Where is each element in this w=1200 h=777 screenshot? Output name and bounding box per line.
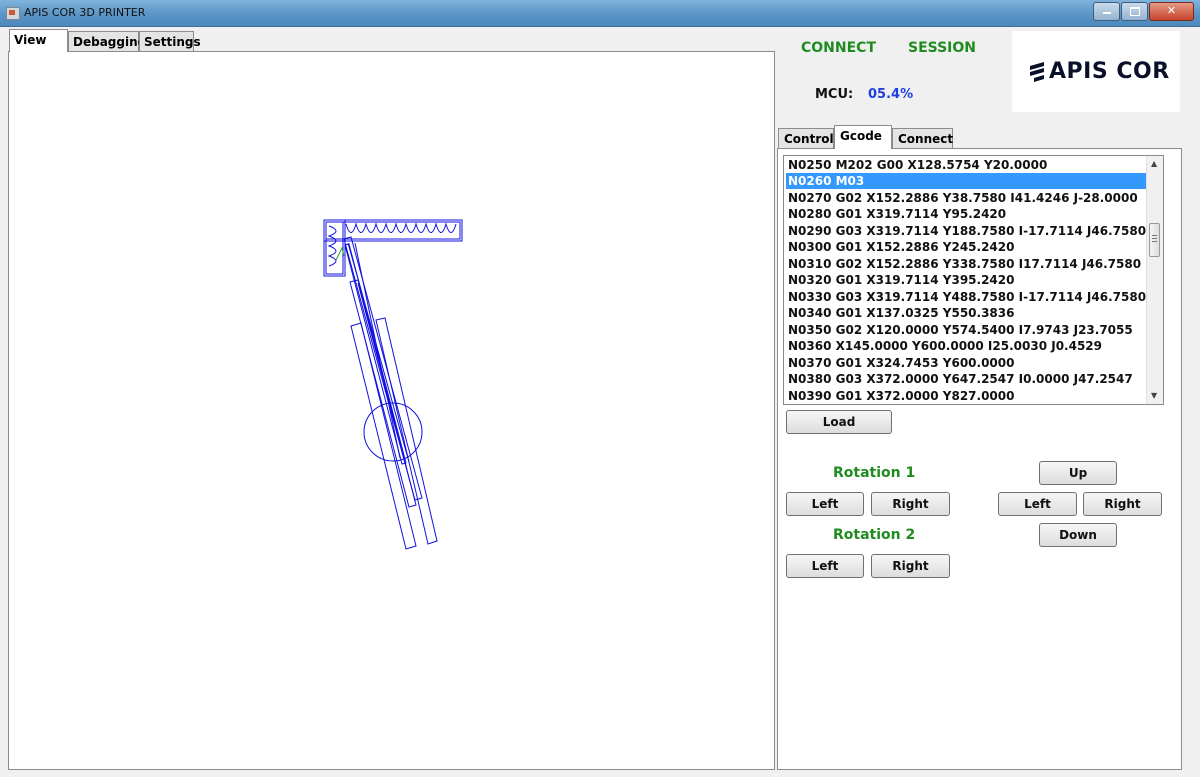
gcode-line[interactable]: N0300 G01 X152.2886 Y245.2420 <box>786 239 1146 255</box>
tab-connect[interactable]: Connect <box>892 128 953 148</box>
session-link[interactable]: SESSION <box>908 40 976 56</box>
rotation-1-label: Rotation 1 <box>833 465 916 481</box>
mcu-value: 05.4% <box>868 87 914 102</box>
rotation-2-label: Rotation 2 <box>833 527 916 543</box>
arm-segment-4 <box>375 317 438 545</box>
scroll-up-arrow-icon[interactable]: ▲ <box>1151 159 1157 168</box>
move-right-button[interactable]: Right <box>1083 492 1162 516</box>
gcode-line[interactable]: N0360 X145.0000 Y600.0000 I25.0030 J0.45… <box>786 338 1146 354</box>
tab-control[interactable]: Control <box>778 128 834 148</box>
gcode-line-selected[interactable]: N0260 M03 <box>786 173 1146 189</box>
move-left-button[interactable]: Left <box>998 492 1077 516</box>
connect-link[interactable]: CONNECT <box>801 40 876 56</box>
gcode-line[interactable]: N0390 G01 X372.0000 Y827.0000 <box>786 388 1146 404</box>
scroll-thumb[interactable] <box>1149 223 1160 257</box>
gcode-line[interactable]: N0280 G01 X319.7114 Y95.2420 <box>786 206 1146 222</box>
gcode-line[interactable]: N0270 G02 X152.2886 Y38.7580 I41.4246 J-… <box>786 190 1146 206</box>
brand-logo-text: APIS COR <box>1049 59 1170 84</box>
gcode-line[interactable]: N0250 M202 G00 X128.5754 Y20.0000 <box>786 157 1146 173</box>
rotation-2-right-button[interactable]: Right <box>871 554 950 578</box>
app-window: APIS COR 3D PRINTER ✕ View Debagging Set… <box>0 0 1200 777</box>
move-up-button[interactable]: Up <box>1039 461 1117 485</box>
gcode-line[interactable]: N0370 G01 X324.7453 Y600.0000 <box>786 355 1146 371</box>
arm-segment-2 <box>349 279 417 508</box>
move-down-button[interactable]: Down <box>1039 523 1117 547</box>
gcode-listbox[interactable]: N0250 M202 G00 X128.5754 Y20.0000 N0260 … <box>783 155 1164 405</box>
rotation-2-left-button[interactable]: Left <box>786 554 864 578</box>
gcode-line[interactable]: N0310 G02 X152.2886 Y338.7580 I17.7114 J… <box>786 256 1146 272</box>
gcode-line[interactable]: N0380 G03 X372.0000 Y647.2547 I0.0000 J4… <box>786 371 1146 387</box>
arm-line-2 <box>354 242 401 459</box>
gcode-line[interactable]: N0320 G01 X319.7114 Y395.2420 <box>786 272 1146 288</box>
gcode-line[interactable]: N0340 G01 X137.0325 Y550.3836 <box>786 305 1146 321</box>
rotation-1-left-button[interactable]: Left <box>786 492 864 516</box>
tab-view[interactable]: View <box>9 29 68 52</box>
rotation-1-right-button[interactable]: Right <box>871 492 950 516</box>
gcode-line[interactable]: N0330 G03 X319.7114 Y488.7580 I-17.7114 … <box>786 289 1146 305</box>
gcode-line[interactable]: N0350 G02 X120.0000 Y574.5400 I7.9743 J2… <box>786 322 1146 338</box>
gcode-scrollbar[interactable]: ▲ ▼ <box>1146 156 1163 404</box>
wall-infill-path <box>345 222 457 233</box>
brand-logo-mark-icon <box>1030 62 1044 82</box>
scroll-down-arrow-icon[interactable]: ▼ <box>1151 391 1157 400</box>
corner-inner-outline <box>325 221 344 275</box>
corner-infill-path <box>327 225 337 267</box>
mcu-label: MCU: <box>815 87 854 102</box>
load-button[interactable]: Load <box>786 410 892 434</box>
tab-gcode[interactable]: Gcode <box>834 125 892 149</box>
gcode-line[interactable]: N0290 G03 X319.7114 Y188.7580 I-17.7114 … <box>786 223 1146 239</box>
